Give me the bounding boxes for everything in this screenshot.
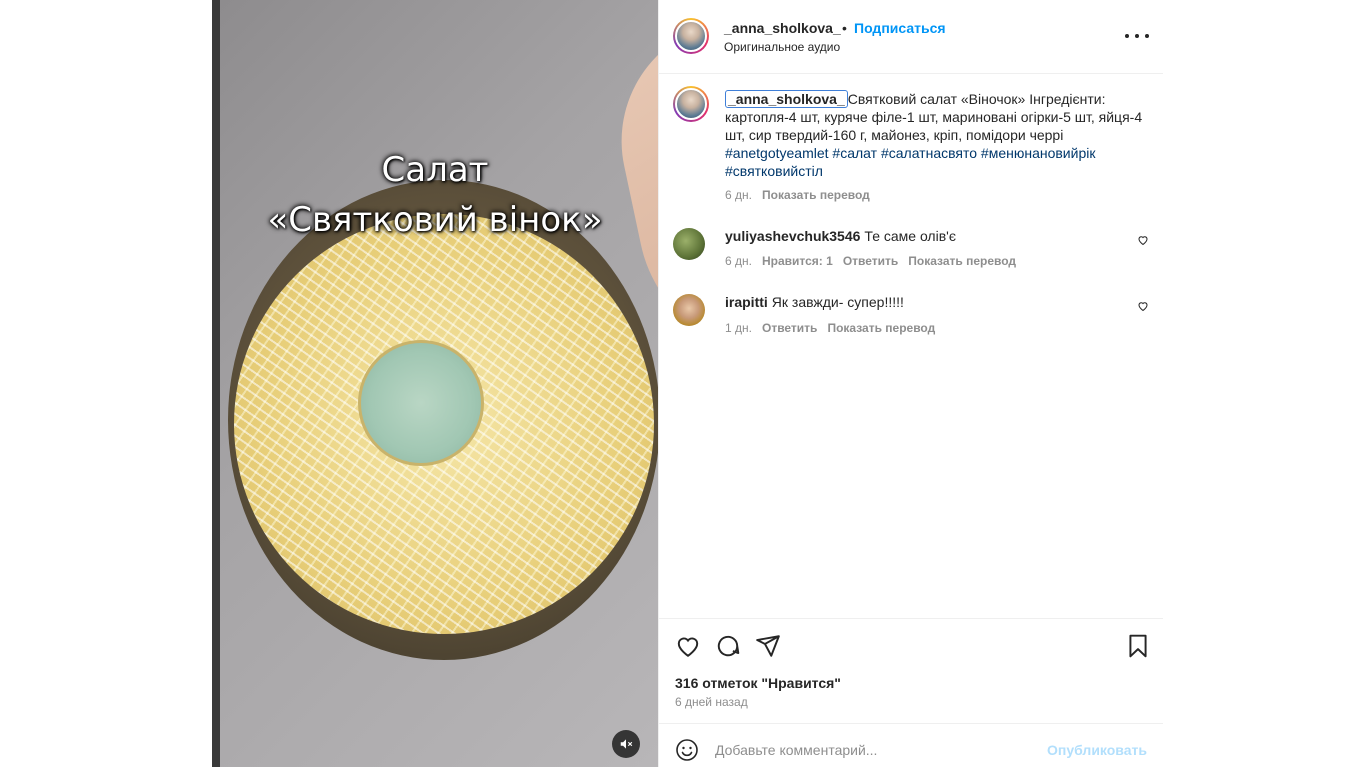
commenter-avatar[interactable]	[673, 228, 705, 260]
comment-input[interactable]: Добавьте комментарий...	[715, 742, 877, 758]
media-edge	[212, 0, 220, 767]
heart-icon	[1138, 302, 1148, 312]
video-caption-line2: «Святковий вінок»	[267, 200, 603, 240]
video-player[interactable]: Салат «Святковий вінок»	[212, 0, 658, 767]
save-button[interactable]	[1125, 633, 1151, 659]
hashtag[interactable]: #менюнановийрік	[981, 145, 1096, 161]
post-header: _anna_sholkova_ • Подписаться Оригинальн…	[659, 0, 1163, 74]
author-avatar[interactable]	[673, 18, 709, 54]
hashtag[interactable]: #салатнасвято	[881, 145, 977, 161]
separator-dot: •	[842, 20, 847, 36]
reply-button[interactable]: Ответить	[843, 254, 898, 268]
hashtag[interactable]: #anetgotyeamlet	[725, 145, 829, 161]
more-options-button[interactable]	[1125, 26, 1149, 46]
comment-like-button[interactable]	[1137, 300, 1149, 315]
bookmark-icon	[1129, 634, 1147, 658]
heart-icon	[677, 637, 699, 657]
comment-translate-link[interactable]: Показать перевод	[827, 321, 935, 335]
likes-count[interactable]: 316 отметок "Нравится"	[675, 675, 841, 691]
heart-icon	[1138, 236, 1148, 246]
more-icon	[1125, 34, 1129, 38]
video-caption-line1: Салат	[381, 150, 489, 190]
caption-username[interactable]: _anna_sholkova_	[725, 90, 848, 108]
comment-username[interactable]: irapitti	[725, 294, 768, 310]
caption-meta: 6 дн. Показать перевод	[725, 188, 870, 202]
comment-meta: 1 дн. Ответить Показать перевод	[725, 321, 936, 335]
like-button[interactable]	[675, 633, 701, 659]
salad-center-image	[358, 340, 484, 466]
caption-translate-link[interactable]: Показать перевод	[762, 188, 870, 202]
reply-button[interactable]: Ответить	[762, 321, 817, 335]
share-button[interactable]	[755, 633, 781, 659]
comment-translate-link[interactable]: Показать перевод	[908, 254, 1016, 268]
hashtag[interactable]: #святковийстіл	[725, 163, 823, 179]
caption-author-avatar[interactable]	[673, 86, 709, 122]
post-details-panel: _anna_sholkova_ • Подписаться Оригинальн…	[658, 0, 1163, 767]
comment-username[interactable]: yuliyashevchuk3546	[725, 228, 860, 244]
mute-button[interactable]	[612, 730, 640, 758]
mute-icon	[620, 739, 633, 749]
emoji-button[interactable]	[675, 738, 699, 762]
caption-text: _anna_sholkova_ Святковий салат «Віночок»…	[725, 90, 1145, 180]
commenter-avatar[interactable]	[673, 294, 705, 326]
comment-likes[interactable]: Нравится: 1	[762, 254, 833, 268]
add-comment-bar: Добавьте комментарий... Опубликовать	[659, 723, 1163, 767]
comment-text: yuliyashevchuk3546 Те саме олів'є	[725, 228, 956, 244]
hashtag[interactable]: #салат	[832, 145, 877, 161]
author-username[interactable]: _anna_sholkova_	[724, 20, 841, 36]
comment-meta: 6 дн. Нравится: 1 Ответить Показать перевод	[725, 254, 1017, 268]
caption-age: 6 дн.	[725, 188, 752, 202]
audio-link[interactable]: Оригинальное аудио	[724, 40, 840, 54]
comment-like-button[interactable]	[1137, 234, 1149, 249]
publish-button[interactable]: Опубликовать	[1047, 742, 1147, 758]
emoji-icon	[676, 739, 698, 761]
share-icon	[756, 635, 780, 657]
comment-button[interactable]	[715, 633, 741, 659]
follow-button[interactable]: Подписаться	[854, 20, 946, 36]
comment-icon	[717, 635, 740, 657]
comment-text: irapitti Як завжди- супер!!!!!	[725, 294, 904, 310]
post-timestamp: 6 дней назад	[675, 695, 748, 709]
